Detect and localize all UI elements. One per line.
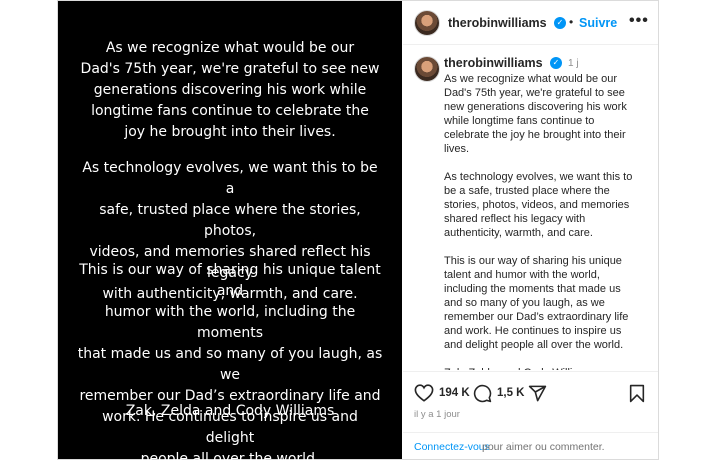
heart-icon[interactable] xyxy=(414,384,434,407)
caption-text: As we recognize what would be our Dad's … xyxy=(444,73,633,370)
login-prompt-text: pour aimer ou commenter. xyxy=(482,441,605,453)
header-username[interactable]: therobinwilliams xyxy=(448,16,547,30)
image-paragraph-3: This is our way of sharing his unique ta… xyxy=(77,262,383,467)
avatar[interactable] xyxy=(414,10,440,36)
image-signature: Zak, Zelda and Cody Williams xyxy=(125,403,335,419)
post-side-panel: therobinwilliams ✓ • Suivre ••• therobin… xyxy=(403,1,658,459)
image-paragraph-1: As we recognize what would be our Dad's … xyxy=(80,40,380,140)
likes-count[interactable]: 194 K xyxy=(439,387,470,399)
comments-count[interactable]: 1,5 K xyxy=(497,387,525,399)
caption-username[interactable]: therobinwilliams xyxy=(444,56,543,70)
login-link[interactable]: Connectez-vous xyxy=(414,441,490,453)
caption-verified-badge-icon: ✓ xyxy=(550,57,562,69)
caption-avatar[interactable] xyxy=(414,56,440,82)
posted-time: il y a 1 jour xyxy=(414,409,460,420)
follow-button[interactable]: Suivre xyxy=(579,16,617,30)
post-header: therobinwilliams ✓ • Suivre ••• xyxy=(403,1,658,45)
more-options-icon[interactable]: ••• xyxy=(629,12,649,30)
caption-time: 1 j xyxy=(568,58,579,69)
share-icon[interactable] xyxy=(528,384,547,408)
action-bar: 194 K 1,5 K il y a 1 jour Connectez-vous… xyxy=(403,371,658,459)
login-prompt: Connectez-vous pour aimer ou commenter. xyxy=(403,432,658,460)
caption-area: therobinwilliams ✓ 1 j As we recognize w… xyxy=(403,46,658,370)
separator-dot: • xyxy=(569,15,574,29)
verified-badge-icon: ✓ xyxy=(554,17,566,29)
post-image[interactable]: As we recognize what would be our Dad's … xyxy=(58,1,402,467)
bookmark-icon[interactable] xyxy=(629,384,645,408)
comment-icon[interactable] xyxy=(473,384,492,408)
